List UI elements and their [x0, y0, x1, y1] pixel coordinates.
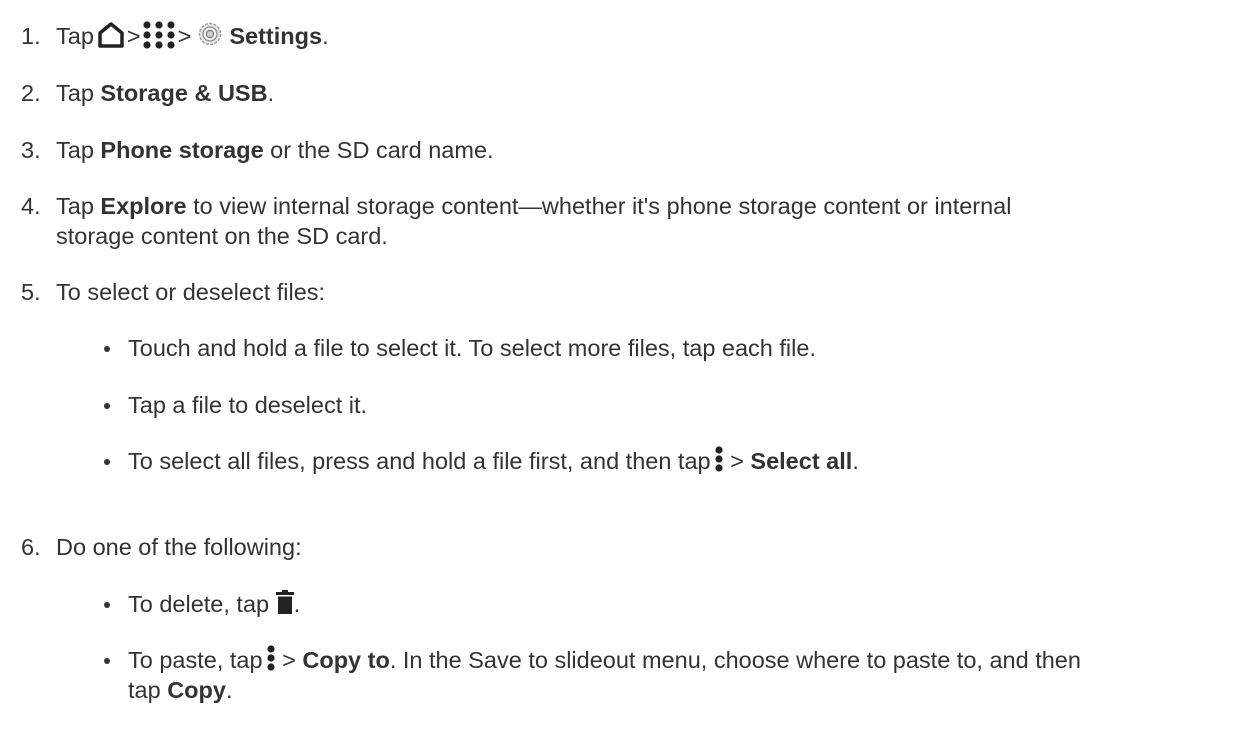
- bullet-dot: [104, 658, 110, 664]
- step-number: 1.: [21, 23, 41, 49]
- step-text: To select or deselect files:: [56, 279, 326, 305]
- bullet-text: To select all files, press and hold a fi…: [128, 446, 859, 476]
- apps-grid-icon: [142, 20, 176, 50]
- bullet-dot: [104, 602, 110, 608]
- bullet-text-continued: tap Copy.: [128, 677, 233, 703]
- bullet-dot: [104, 459, 110, 465]
- bullet-dot: [104, 403, 110, 409]
- step-number: 3.: [21, 137, 41, 163]
- step-text: Tap > > Settings.: [56, 21, 329, 53]
- trash-icon: [275, 589, 294, 614]
- bullet-text: Touch and hold a file to select it. To s…: [128, 335, 816, 361]
- step-number: 4.: [21, 193, 41, 219]
- step-text: Tap Explore to view internal storage con…: [56, 193, 1012, 219]
- step-text: Do one of the following:: [56, 534, 302, 560]
- more-options-icon: [266, 645, 276, 671]
- step-text: Tap Storage & USB.: [56, 80, 275, 106]
- bullet-dot: [104, 346, 110, 352]
- step-number: 5.: [21, 279, 41, 305]
- step-number: 2.: [21, 80, 41, 106]
- bullet-text: Tap a file to deselect it.: [128, 392, 368, 418]
- settings-gear-icon: [197, 21, 223, 47]
- step-text: Tap Phone storage or the SD card name.: [56, 137, 494, 163]
- bullet-text: To delete, tap .: [128, 589, 301, 617]
- step-number: 6.: [21, 534, 41, 560]
- step-text-continued: storage content on the SD card.: [56, 223, 388, 249]
- bullet-text: To paste, tap > Copy to. In the Save to …: [128, 645, 1081, 675]
- more-options-icon: [714, 446, 724, 472]
- home-icon: [97, 22, 125, 48]
